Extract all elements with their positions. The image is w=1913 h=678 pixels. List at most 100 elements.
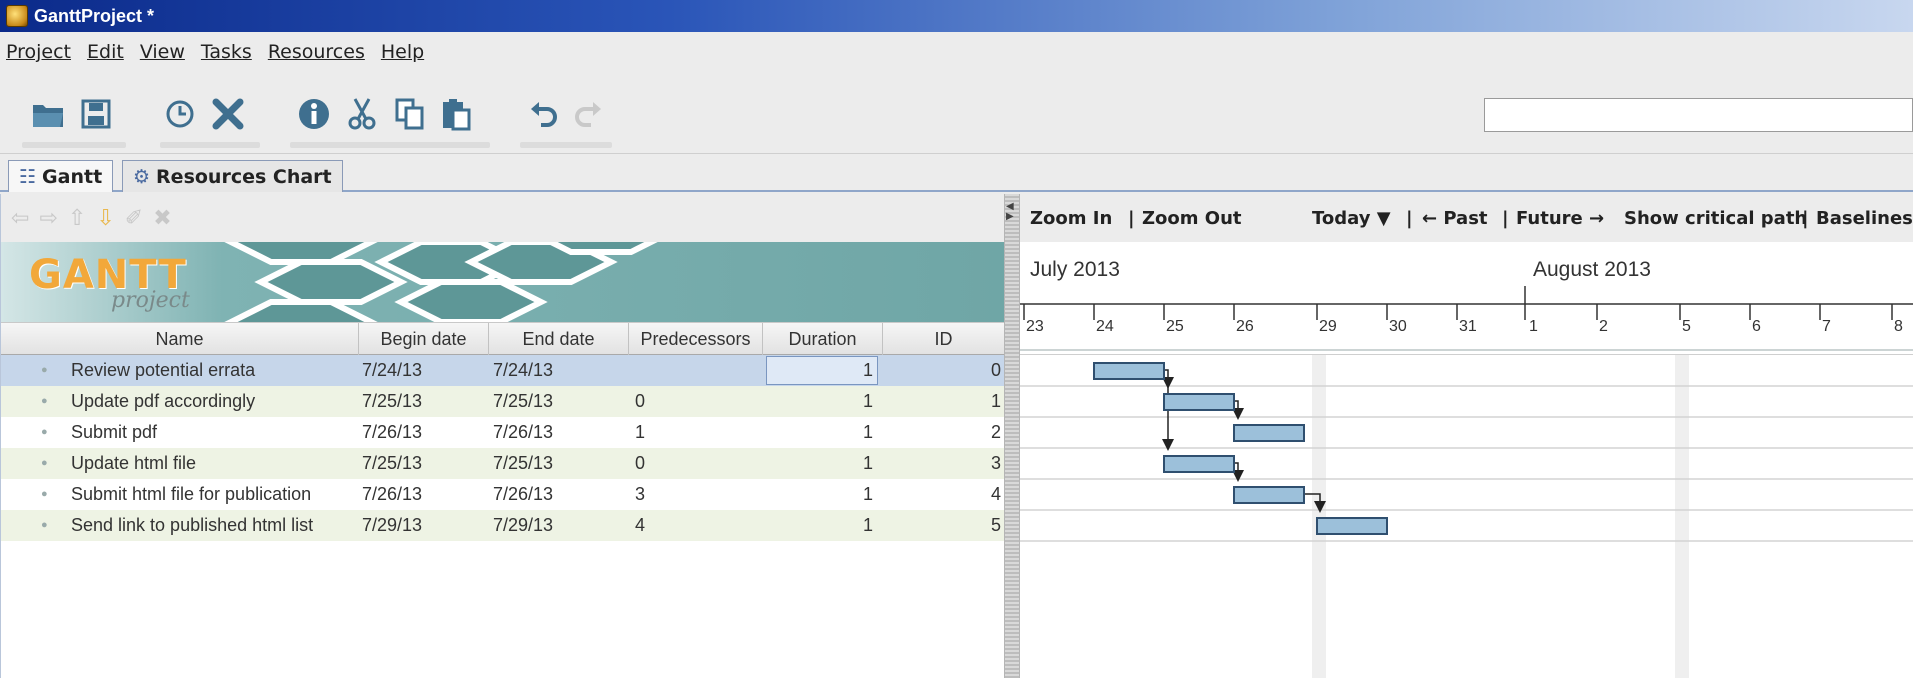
info-icon: [299, 99, 329, 129]
column-header-id[interactable]: ID: [883, 323, 1005, 355]
tab-resources-chart[interactable]: ⚙ Resources Chart: [122, 160, 343, 192]
paste-icon: [443, 99, 471, 131]
toolbar-group-underline: [520, 142, 612, 148]
search-input[interactable]: [1484, 98, 1913, 132]
table-row[interactable]: ● Submit pdf 7/26/13 7/26/13 1 1 2: [1, 417, 1005, 448]
weekend-column: [1675, 355, 1689, 678]
toolbar-separator: |: [1406, 208, 1413, 229]
ganttproject-app-icon: [6, 5, 28, 27]
day-label: 23: [1026, 318, 1044, 335]
cut-button[interactable]: [342, 94, 382, 134]
menu-tasks[interactable]: Tasks: [201, 41, 252, 63]
column-header-duration[interactable]: Duration: [763, 323, 883, 355]
gantt-task-bar[interactable]: [1093, 362, 1165, 380]
open-button[interactable]: [28, 94, 68, 134]
menu-view[interactable]: View: [140, 41, 185, 63]
copy-button[interactable]: [390, 94, 430, 134]
delete-icon: [212, 98, 244, 130]
main-toolbar: [0, 70, 1913, 154]
table-row[interactable]: ● Review potential errata 7/24/13 7/24/1…: [1, 355, 1005, 386]
tab-gantt[interactable]: ☷ Gantt: [8, 160, 114, 192]
open-icon: [33, 105, 63, 127]
save-icon: [81, 99, 111, 129]
column-header-predecessors[interactable]: Predecessors: [629, 323, 763, 355]
menu-project[interactable]: Project: [6, 41, 71, 63]
gantt-tab-icon: ☷: [19, 165, 37, 188]
unindent-arrow-icon[interactable]: ⇦: [11, 205, 29, 231]
task-bullet-icon: ●: [41, 364, 48, 376]
logo-sub-text: project: [111, 288, 190, 313]
unlink-icon[interactable]: ✖: [153, 205, 171, 231]
pane-splitter[interactable]: ◀ ▶: [1004, 194, 1020, 678]
ganttproject-banner: GANTT project: [1, 242, 1005, 322]
move-up-arrow-icon[interactable]: ⇧: [68, 205, 86, 231]
day-label: 31: [1459, 318, 1477, 335]
column-header-begin-date[interactable]: Begin date: [359, 323, 489, 355]
gantt-task-bar[interactable]: [1163, 393, 1235, 411]
timeline-header: July 2013 August 2013 23 24 25 26 29 30 …: [1020, 242, 1913, 355]
task-bullet-icon: ●: [41, 426, 48, 438]
timeline-ruler: [1020, 286, 1913, 351]
toolbar-separator: |: [1502, 208, 1509, 229]
gantt-chart-pane: Zoom In | Zoom Out Today ▼ | ← Past | Fu…: [1020, 194, 1913, 678]
menu-resources[interactable]: Resources: [268, 41, 365, 63]
paste-button[interactable]: [436, 94, 476, 134]
column-header-name[interactable]: Name: [1, 323, 359, 355]
delete-button[interactable]: [208, 94, 248, 134]
zoom-in-link[interactable]: Zoom In: [1030, 208, 1112, 229]
table-row[interactable]: ● Submit html file for publication 7/26/…: [1, 479, 1005, 510]
past-link[interactable]: ← Past: [1422, 208, 1488, 229]
day-label: 7: [1822, 318, 1831, 335]
gantt-task-bar[interactable]: [1316, 517, 1388, 535]
menu-bar: Project Edit View Tasks Resources Help: [0, 34, 1913, 70]
baselines-link[interactable]: Baselines...: [1816, 208, 1913, 229]
gantt-task-bar[interactable]: [1163, 455, 1235, 473]
menu-help[interactable]: Help: [381, 41, 424, 63]
resources-tab-icon: ⚙: [133, 165, 151, 188]
task-bullet-icon: ●: [41, 395, 48, 407]
task-table-pane: ⇦ ⇨ ⇧ ⇩ ✐ ✖ GANTT project Name Begin dat…: [0, 194, 1005, 678]
show-critical-path-link[interactable]: Show critical path: [1624, 208, 1807, 229]
redo-button[interactable]: [568, 94, 608, 134]
undo-button[interactable]: [524, 94, 564, 134]
toolbar-separator: |: [1802, 208, 1809, 229]
properties-button[interactable]: [294, 94, 334, 134]
task-bullet-icon: ●: [41, 519, 48, 531]
table-row[interactable]: ● Send link to published html list 7/29/…: [1, 510, 1005, 541]
gantt-task-bar[interactable]: [1233, 486, 1305, 504]
undo-icon: [531, 102, 557, 127]
gantt-task-bar[interactable]: [1233, 424, 1305, 442]
copy-icon: [395, 98, 424, 130]
day-label: 24: [1096, 318, 1114, 335]
move-down-arrow-icon[interactable]: ⇩: [96, 205, 114, 231]
day-label: 8: [1894, 318, 1903, 335]
today-dropdown[interactable]: Today ▼: [1312, 208, 1391, 229]
column-header-end-date[interactable]: End date: [489, 323, 629, 355]
task-grid-header: Name Begin date End date Predecessors Du…: [1, 322, 1005, 355]
link-icon[interactable]: ✐: [125, 205, 143, 231]
window-title: GanttProject *: [34, 5, 155, 26]
day-label: 2: [1599, 318, 1608, 335]
table-row[interactable]: ● Update pdf accordingly 7/25/13 7/25/13…: [1, 386, 1005, 417]
task-nav-toolbar: ⇦ ⇨ ⇧ ⇩ ✐ ✖: [1, 194, 1005, 242]
day-label: 6: [1752, 318, 1761, 335]
clock-icon: [166, 100, 194, 128]
history-button[interactable]: [160, 94, 200, 134]
future-link[interactable]: Future →: [1516, 208, 1604, 229]
redo-icon: [575, 102, 601, 127]
splitter-arrows-icon: ◀ ▶: [1006, 201, 1014, 222]
day-label: 1: [1529, 318, 1538, 335]
indent-arrow-icon[interactable]: ⇨: [39, 205, 57, 231]
day-label: 25: [1166, 318, 1184, 335]
save-button[interactable]: [76, 94, 116, 134]
day-label: 30: [1389, 318, 1407, 335]
day-label: 26: [1236, 318, 1254, 335]
toolbar-group-underline: [290, 142, 490, 148]
toolbar-separator: |: [1128, 208, 1135, 229]
window-titlebar: GanttProject *: [0, 0, 1913, 32]
toolbar-group-underline: [160, 142, 260, 148]
toolbar-group-underline: [22, 142, 126, 148]
menu-edit[interactable]: Edit: [87, 41, 124, 63]
table-row[interactable]: ● Update html file 7/25/13 7/25/13 0 1 3: [1, 448, 1005, 479]
zoom-out-link[interactable]: Zoom Out: [1142, 208, 1242, 229]
